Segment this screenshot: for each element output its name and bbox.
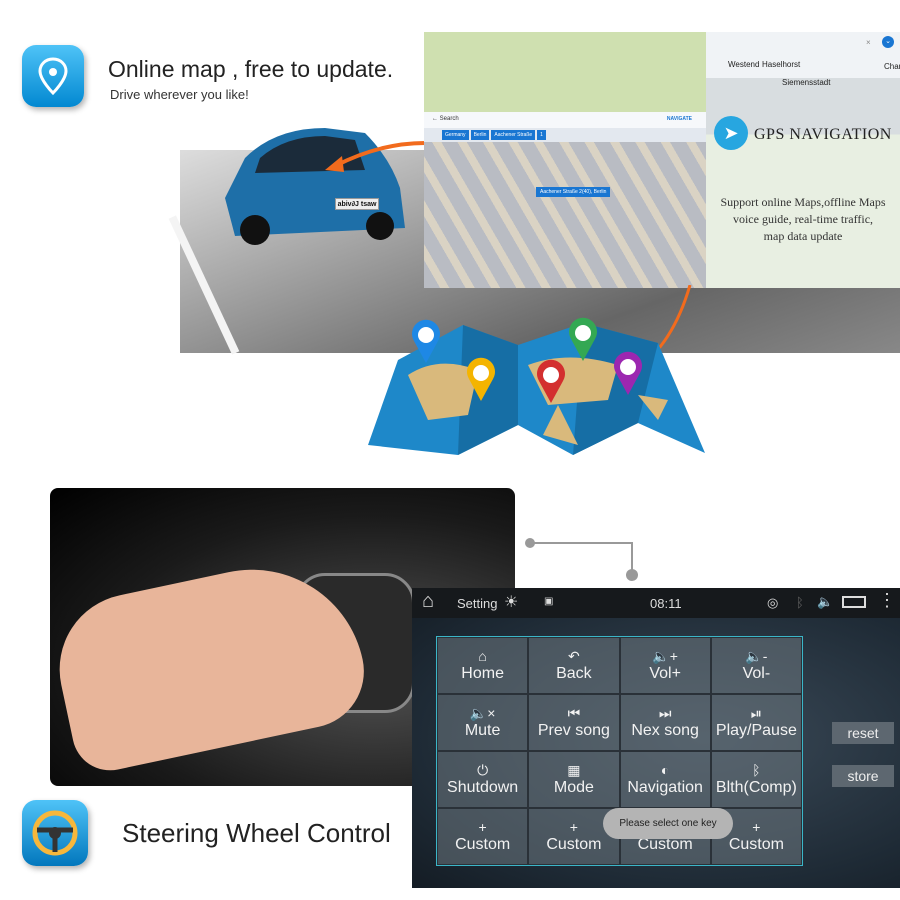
key-back[interactable]: ↶ Back — [528, 637, 620, 694]
next-icon: ⏭ — [658, 705, 672, 721]
gps-description: Support online Maps,offline Maps voice g… — [720, 195, 886, 243]
key-label: Play/Pause — [715, 722, 797, 739]
back-icon: ↶ — [568, 648, 580, 664]
volume-up-icon: 🔈+ — [652, 648, 678, 664]
android-settings-screen: ⌂ Setting ☀ ▣ 08:11 ◎ ᛒ 🔈 ⋮ ⌂ Home ↶ Back 🔈+… — [412, 588, 900, 888]
more-icon[interactable]: ⋮ — [878, 590, 896, 611]
connector-line — [525, 538, 638, 581]
key-label: Nex song — [631, 722, 699, 739]
bluetooth-icon: ᛒ — [752, 762, 761, 778]
key-mute[interactable]: 🔈× Mute — [437, 694, 529, 751]
compass-icon: ◐ — [660, 762, 670, 778]
power-icon: ⏻ — [477, 762, 489, 778]
chip-street[interactable]: Aachener Straße — [491, 130, 536, 140]
volume-down-icon: 🔈- — [745, 648, 768, 664]
clock: 08:11 — [650, 596, 682, 611]
chevron-down-icon[interactable]: ⌄ — [882, 36, 894, 48]
window-icon[interactable] — [842, 596, 866, 608]
key-vol-[interactable]: 🔈- Vol- — [710, 637, 802, 694]
key-nex-song[interactable]: ⏭ Nex song — [619, 694, 711, 751]
toast-message: Please select one key — [603, 808, 733, 839]
chip-city[interactable]: Berlin — [470, 130, 490, 140]
key-label: Vol+ — [649, 665, 681, 682]
key-label: Prev song — [537, 722, 610, 739]
key-label: Mute — [464, 722, 501, 739]
plus-icon: + — [569, 819, 578, 835]
map-pin-icon — [22, 45, 84, 107]
plus-icon: + — [752, 819, 761, 835]
plus-icon: + — [478, 819, 487, 835]
mode-icon: ▦ — [567, 762, 581, 778]
key-custom[interactable]: +Custom — [437, 808, 529, 865]
navigate-button[interactable]: NAVIGATE — [667, 116, 692, 122]
section-title-map: Online map , free to update. — [108, 56, 394, 82]
volume-icon[interactable]: 🔈 — [817, 594, 833, 610]
status-bar: ⌂ Setting ☀ ▣ 08:11 ◎ ᛒ 🔈 ⋮ — [412, 588, 900, 618]
key-home[interactable]: ⌂ Home — [437, 637, 529, 694]
play-pause-icon: ⏯ — [750, 705, 762, 721]
key-label: Blth(Comp) — [715, 779, 797, 796]
section-title-steering: Steering Wheel Control — [122, 818, 391, 848]
key-label: Navigation — [627, 779, 703, 796]
key-vol-[interactable]: 🔈+ Vol+ — [619, 637, 711, 694]
world-map-icon — [368, 317, 705, 455]
search-bar[interactable]: ← Search NAVIGATE — [424, 112, 706, 128]
key-navigation[interactable]: ◐ Navigation — [619, 751, 711, 808]
map-screenshot: ← Search NAVIGATE Germany Berlin Aachener… — [424, 32, 706, 288]
key-shutdown[interactable]: ⏻ Shutdown — [437, 751, 529, 808]
place-label: Westend — [728, 60, 760, 69]
key-label: Shutdown — [447, 779, 519, 796]
prev-icon: ⏮ — [567, 705, 581, 721]
close-icon[interactable]: × — [866, 38, 871, 47]
key-play-pause[interactable]: ⏯ Play/Pause — [710, 694, 802, 751]
arrow-icon — [325, 141, 426, 172]
brightness-icon[interactable]: ☀ — [504, 592, 518, 612]
store-button[interactable]: store — [832, 765, 894, 787]
chip-number[interactable]: 1 — [537, 130, 546, 140]
key-label: Home — [461, 665, 504, 682]
key-mode[interactable]: ▦ Mode — [528, 751, 620, 808]
steering-wheel-icon — [22, 800, 88, 866]
gps-title: GPS NAVIGATION — [754, 126, 892, 143]
place-label: Siemensstadt — [782, 78, 831, 87]
address-label: Aachener Straße 2(40), Berlin — [536, 187, 611, 197]
home-icon[interactable]: ⌂ — [422, 590, 434, 613]
app-label: Setting — [457, 596, 498, 611]
license-plate: abiv∂J tsaw — [335, 198, 379, 210]
key-label: Vol- — [742, 665, 771, 682]
mute-icon: 🔈× — [469, 705, 496, 721]
home-icon: ⌂ — [478, 648, 487, 664]
chip-country[interactable]: Germany — [442, 130, 469, 140]
gps-panel: Westend Haselhorst Siemensstadt Char × ⌄… — [706, 32, 900, 288]
key-label: Back — [556, 665, 592, 682]
bluetooth-icon: ᛒ — [796, 595, 804, 610]
place-label: Haselhorst — [762, 60, 801, 69]
key-label: Custom — [546, 836, 602, 853]
key-label: Mode — [553, 779, 594, 796]
key-label: Custom — [728, 836, 784, 853]
location-icon: ◎ — [767, 595, 779, 610]
navigation-arrow-icon: ➤ — [714, 116, 748, 150]
key-blth-comp-[interactable]: ᛒ Blth(Comp) — [710, 751, 802, 808]
place-label: Char — [884, 62, 900, 71]
reset-button[interactable]: reset — [832, 722, 894, 744]
key-label: Custom — [455, 836, 511, 853]
section-subtitle-map: Drive wherever you like! — [110, 87, 249, 102]
key-prev-song[interactable]: ⏮ Prev song — [528, 694, 620, 751]
image-icon: ▣ — [544, 596, 554, 607]
